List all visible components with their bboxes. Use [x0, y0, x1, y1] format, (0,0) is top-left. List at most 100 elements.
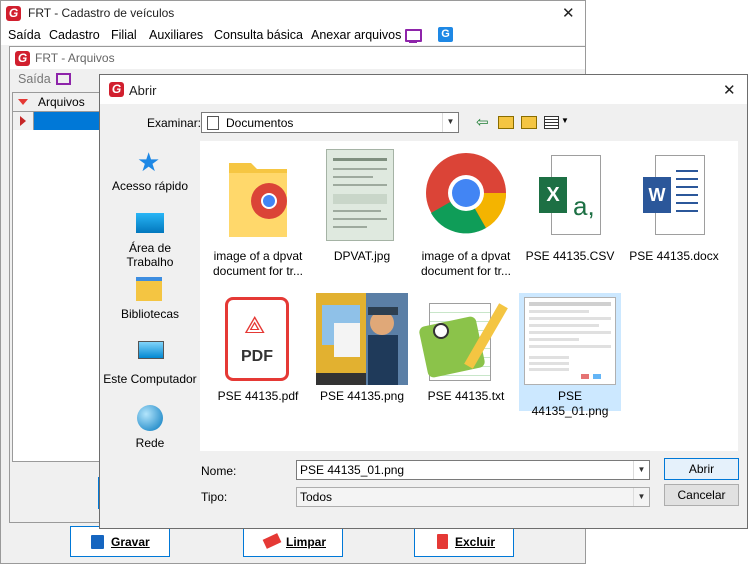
file-label: image of a dpvat	[421, 249, 511, 263]
excel-badge: X	[539, 177, 567, 213]
document-thumbnail-icon	[326, 149, 394, 241]
file-item[interactable]: PSE 44135.png	[311, 293, 413, 413]
place-network[interactable]: Rede	[100, 405, 200, 455]
delete-button[interactable]: Excluir	[414, 526, 514, 557]
name-label: Nome:	[201, 464, 237, 478]
menu-saida[interactable]: Saída	[8, 28, 41, 42]
desktop-icon	[136, 213, 164, 233]
menu-saida[interactable]: Saída	[18, 72, 51, 86]
file-item[interactable]: PSE 44135.txt	[415, 293, 517, 413]
network-globe-icon	[137, 405, 163, 431]
app-logo-icon: G	[6, 6, 21, 21]
notepad-plus-icon	[418, 297, 508, 381]
place-label: Bibliotecas	[120, 307, 180, 321]
type-select-value: Todos	[300, 490, 333, 504]
file-label: PSE 44135.docx	[629, 249, 719, 263]
file-label: DPVAT.jpg	[333, 249, 391, 263]
menu-filial[interactable]: Filial	[111, 28, 137, 42]
new-folder-icon[interactable]	[521, 116, 537, 129]
place-label: Acesso rápido	[111, 179, 189, 193]
csv-symbol: a,	[573, 191, 595, 221]
file-item[interactable]: X a, PSE 44135.CSV	[519, 149, 621, 289]
folder-chrome-icon	[229, 163, 287, 237]
view-menu-chevron-icon[interactable]: ▼	[561, 116, 569, 125]
place-label: Área de Trabalho	[126, 241, 174, 269]
places-bar: ★ Acesso rápido Área de Trabalho Bibliot…	[100, 141, 200, 451]
grid-selected-row[interactable]	[13, 112, 109, 130]
monitor-icon[interactable]	[56, 73, 71, 85]
monitor-stand-icon	[409, 41, 417, 43]
file-label: PSE 44135_01.png	[531, 389, 609, 418]
dialog-title: Abrir	[129, 83, 157, 98]
pdf-badge: PDF	[241, 348, 273, 365]
documents-folder-icon	[207, 116, 219, 130]
acrobat-swoosh-icon: ⟁	[244, 312, 266, 339]
look-in-value: Documentos	[226, 116, 294, 130]
cancel-button-label: Cancelar	[677, 488, 726, 502]
image-thumbnail-icon	[316, 293, 408, 385]
cancel-button[interactable]: Cancelar	[664, 484, 739, 506]
file-label: PSE 44135.pdf	[217, 389, 299, 403]
arquivos-titlebar: G FRT - Arquivos	[10, 47, 585, 69]
grid-header: Arquivos	[13, 93, 109, 112]
chevron-down-icon[interactable]: ▼	[633, 461, 649, 479]
place-label: Este Computador	[103, 372, 197, 386]
floppy-icon	[91, 535, 104, 549]
open-button-label: Abrir	[688, 462, 715, 476]
close-icon[interactable]: ✕	[562, 4, 575, 22]
main-menubar: Saída Cadastro Filial Auxiliares Consult…	[1, 25, 585, 45]
file-label: image of a dpvat	[213, 249, 303, 263]
file-label: PSE 44135.CSV	[525, 249, 615, 263]
file-item[interactable]: DPVAT.jpg	[311, 149, 413, 289]
up-folder-icon[interactable]	[498, 116, 514, 129]
trash-icon	[437, 534, 448, 549]
close-icon[interactable]: ✕	[723, 81, 736, 99]
file-label: document for tr...	[212, 264, 304, 278]
star-icon: ★	[137, 147, 161, 177]
word-badge: W	[643, 177, 671, 213]
file-item[interactable]: image of a dpvat document for tr...	[207, 149, 309, 289]
sort-down-icon	[18, 99, 28, 105]
place-quick-access[interactable]: ★ Acesso rápido	[100, 149, 200, 199]
place-desktop[interactable]: Área de Trabalho	[100, 213, 200, 273]
chevron-down-icon[interactable]: ▼	[633, 488, 649, 506]
open-button[interactable]: Abrir	[664, 458, 739, 480]
app-logo-icon: G	[109, 82, 124, 97]
look-in-label: Examinar:	[147, 116, 202, 130]
place-libraries[interactable]: Bibliotecas	[100, 277, 200, 327]
file-item[interactable]: ⟁ PDF PSE 44135.pdf	[207, 293, 309, 413]
file-label: PSE 44135.txt	[427, 389, 505, 403]
file-view[interactable]: image of a dpvat document for tr... DPVA…	[200, 141, 738, 451]
files-grid[interactable]: Arquivos	[12, 92, 110, 462]
file-item[interactable]: W PSE 44135.docx	[623, 149, 725, 289]
view-menu-icon[interactable]	[544, 116, 559, 129]
chevron-down-icon[interactable]: ▼	[442, 113, 458, 132]
menu-consulta-basica[interactable]: Consulta básica	[214, 28, 303, 42]
name-input-value: PSE 44135_01.png	[300, 463, 405, 477]
save-button[interactable]: Gravar	[70, 526, 170, 557]
screenshot-thumbnail-icon	[524, 297, 616, 385]
word-icon: W	[643, 155, 705, 235]
main-window-title: FRT - Cadastro de veículos	[28, 6, 175, 20]
menu-cadastro[interactable]: Cadastro	[49, 28, 100, 42]
menu-auxiliares[interactable]: Auxiliares	[149, 28, 203, 42]
row-pointer-icon	[20, 116, 26, 126]
place-this-pc[interactable]: Este Computador	[100, 341, 200, 391]
open-dialog: G Abrir ✕ Examinar: Documentos ▼ ⇦ ▼ ★ A…	[99, 74, 748, 529]
excel-csv-icon: X a,	[539, 155, 601, 235]
pdf-icon: ⟁ PDF	[225, 297, 289, 381]
g-app-icon[interactable]: G	[438, 27, 453, 42]
look-in-combo[interactable]: Documentos ▼	[201, 112, 459, 133]
menu-anexar-arquivos[interactable]: Anexar arquivos	[311, 28, 401, 42]
dialog-titlebar: G Abrir ✕	[100, 75, 747, 104]
eraser-icon	[262, 533, 282, 549]
chrome-icon	[426, 153, 507, 234]
type-label: Tipo:	[201, 490, 228, 504]
file-item-selected[interactable]: PSE 44135_01.png	[519, 293, 621, 418]
delete-button-label: Excluir	[455, 535, 496, 549]
back-arrow-icon[interactable]: ⇦	[476, 113, 489, 131]
name-input[interactable]: PSE 44135_01.png ▼	[296, 460, 650, 480]
type-select[interactable]: Todos ▼	[296, 487, 650, 507]
clear-button[interactable]: Limpar	[243, 526, 343, 557]
file-item[interactable]: image of a dpvat document for tr...	[415, 149, 517, 289]
